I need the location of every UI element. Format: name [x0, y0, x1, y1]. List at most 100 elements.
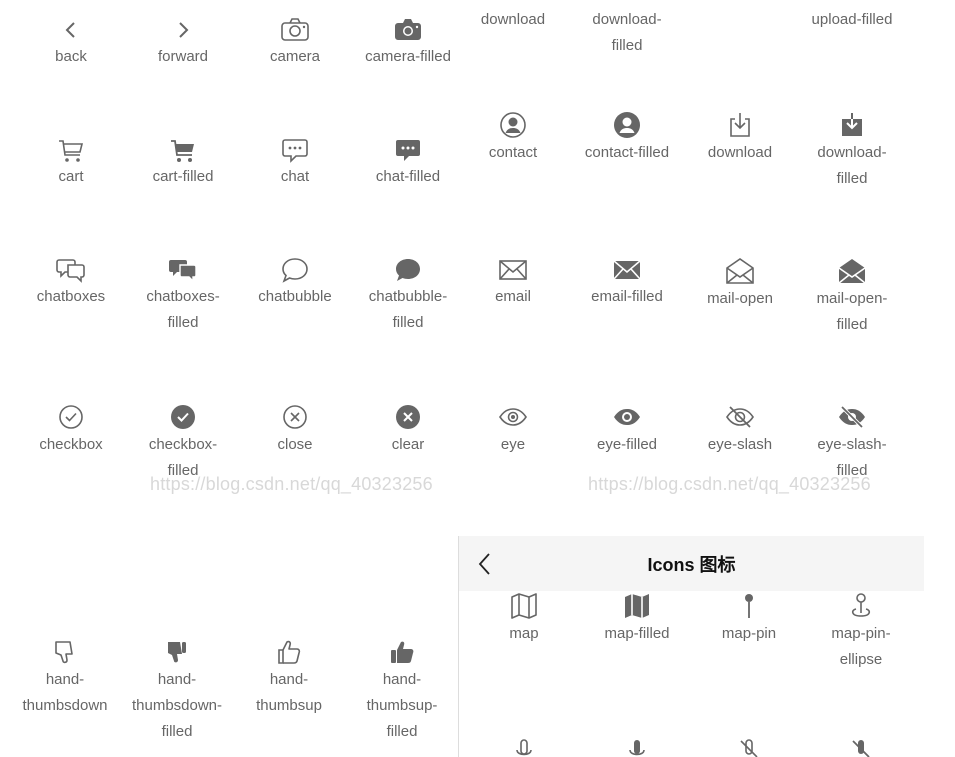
icon-cell-camera-filled[interactable]: camera-filled	[352, 16, 464, 70]
icon-cell-download-filled[interactable]: download- filled	[796, 110, 908, 192]
hand-thumbsup-icon	[233, 637, 345, 667]
icon-cell-clear[interactable]: clear	[352, 402, 464, 458]
icon-cell-map-filled[interactable]: map-filled	[581, 591, 693, 647]
page-title: Icons 图标	[647, 555, 736, 575]
icon-cell-hand-thumbsdown-filled[interactable]: hand- thumbsdown- filled	[121, 637, 233, 745]
email-icon	[457, 256, 569, 284]
icon-label: hand- thumbsup	[256, 671, 322, 714]
hand-thumbsup-filled-icon	[346, 637, 458, 667]
icon-label: chat-filled	[375, 168, 441, 185]
icon-cell-hand-thumbsup-filled[interactable]: hand- thumbsup- filled	[346, 637, 458, 745]
hand-thumbsdown-filled-icon	[121, 637, 233, 667]
clear-icon	[352, 402, 464, 432]
mic-icon	[468, 737, 580, 757]
icon-cell-close[interactable]: close	[239, 402, 351, 458]
map-icon	[468, 591, 580, 621]
icon-cell-email-filled[interactable]: email-filled	[571, 256, 683, 310]
icon-cell-mic-slash-filled[interactable]	[805, 737, 917, 757]
icon-label: hand- thumbsdown- filled	[131, 671, 223, 740]
mail-open-icon	[684, 256, 796, 286]
icon-cell-forward[interactable]: forward	[127, 16, 239, 70]
mic-slash-filled-icon	[805, 737, 917, 757]
icon-cell-mic-slash[interactable]	[693, 737, 805, 757]
forward-icon	[127, 16, 239, 44]
icon-cell-download[interactable]: download	[684, 110, 796, 166]
email-filled-icon	[571, 256, 683, 284]
download-icon	[684, 110, 796, 140]
icon-label: chatboxes- filled	[146, 288, 220, 331]
icon-label: back	[55, 48, 87, 65]
icon-cell-eye-filled[interactable]: eye-filled	[571, 402, 683, 458]
icon-label: eye-slash	[707, 436, 773, 453]
eye-slash-filled-icon	[796, 402, 908, 432]
icon-cell-eye-slash-filled[interactable]: eye-slash- filled	[796, 402, 908, 484]
icon-cell-chat[interactable]: chat	[239, 136, 351, 190]
icon-cell-mail-open[interactable]: mail-open	[684, 256, 796, 312]
icon-label: upload-filled	[811, 11, 893, 28]
cart-filled-icon	[127, 136, 239, 164]
icon-cell-download-top[interactable]: download	[457, 7, 569, 33]
hand-thumbsdown-icon	[9, 637, 121, 667]
icon-cell-email[interactable]: email	[457, 256, 569, 310]
icon-cell-cart-filled[interactable]: cart-filled	[127, 136, 239, 190]
icon-label: mail-open	[707, 290, 773, 307]
icon-cell-hand-thumbsdown[interactable]: hand- thumbsdown	[9, 637, 121, 719]
icon-cell-mic-filled[interactable]	[581, 737, 693, 757]
icon-label: camera-filled	[365, 48, 451, 65]
navigation-bar: Icons 图标	[458, 536, 924, 591]
icon-cell-chatboxes[interactable]: chatboxes	[15, 256, 127, 310]
chatboxes-icon	[15, 256, 127, 284]
camera-filled-icon	[352, 16, 464, 44]
icon-cell-chat-filled[interactable]: chat-filled	[352, 136, 464, 190]
icon-label: eye-filled	[596, 436, 658, 453]
eye-icon	[457, 402, 569, 432]
icon-label: email	[495, 288, 531, 305]
icon-cell-chatboxes-filled[interactable]: chatboxes- filled	[127, 256, 239, 336]
icon-label: chatboxes	[36, 288, 106, 305]
icon-label: cart	[58, 168, 84, 185]
eye-filled-icon	[571, 402, 683, 432]
chat-filled-icon	[352, 136, 464, 164]
icon-label: map-filled	[604, 625, 670, 642]
icon-label: contact	[488, 144, 538, 161]
icon-label: eye	[500, 436, 526, 453]
icon-label: hand- thumbsdown	[22, 671, 108, 714]
icon-cell-back[interactable]: back	[15, 16, 127, 70]
icon-label: email-filled	[591, 288, 663, 305]
icon-cell-chatbubble[interactable]: chatbubble	[239, 256, 351, 310]
watermark-text: https://blog.csdn.net/qq_40323256	[588, 474, 871, 494]
icon-cell-download-filled-top[interactable]: download- filled	[571, 7, 683, 59]
icon-cell-upload-filled-top[interactable]: upload-filled	[796, 7, 908, 33]
icon-label: contact-filled	[584, 144, 670, 161]
icon-cell-map-pin-ellipse[interactable]: map-pin- ellipse	[805, 591, 917, 673]
icon-cell-mail-open-filled[interactable]: mail-open- filled	[796, 256, 908, 338]
icon-label: map-pin	[721, 625, 777, 642]
icon-cell-map[interactable]: map	[468, 591, 580, 647]
back-icon	[15, 16, 127, 44]
mic-slash-icon	[693, 737, 805, 757]
checkbox-icon	[15, 402, 127, 432]
icon-cell-contact[interactable]: contact	[457, 110, 569, 166]
icon-label: clear	[391, 436, 425, 453]
icon-cell-contact-filled[interactable]: contact-filled	[571, 110, 683, 166]
icon-label: chatbubble- filled	[368, 288, 448, 331]
icon-label: map-pin- ellipse	[831, 625, 891, 668]
icon-cell-camera[interactable]: camera	[239, 16, 351, 70]
icon-cell-cart[interactable]: cart	[15, 136, 127, 190]
icon-cell-hand-thumbsup[interactable]: hand- thumbsup	[233, 637, 345, 719]
close-icon	[239, 402, 351, 432]
icon-cell-checkbox-filled[interactable]: checkbox- filled	[127, 402, 239, 484]
icon-label: forward	[157, 48, 209, 65]
mail-open-filled-icon	[796, 256, 908, 286]
mic-filled-icon	[581, 737, 693, 757]
icon-cell-mic[interactable]	[468, 737, 580, 757]
map-pin-ellipse-icon	[805, 591, 917, 621]
icon-cell-checkbox[interactable]: checkbox	[15, 402, 127, 458]
contact-icon	[457, 110, 569, 140]
icon-cell-map-pin[interactable]: map-pin	[693, 591, 805, 647]
icon-cell-eye-slash[interactable]: eye-slash	[684, 402, 796, 458]
chat-icon	[239, 136, 351, 164]
icon-cell-chatbubble-filled[interactable]: chatbubble- filled	[352, 256, 464, 336]
icon-cell-eye[interactable]: eye	[457, 402, 569, 458]
right-icon-panel: download download- filled upload-filled …	[460, 0, 955, 536]
